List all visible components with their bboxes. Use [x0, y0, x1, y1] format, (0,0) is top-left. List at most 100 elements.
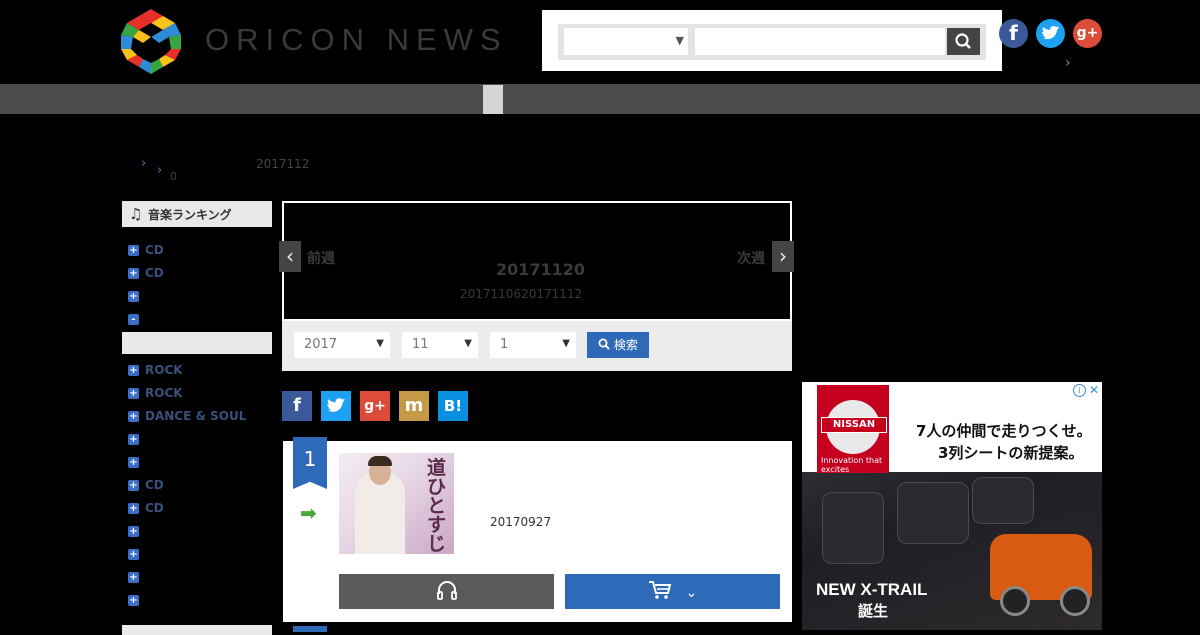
filter-search-button[interactable]: 検索: [587, 332, 649, 358]
ad-headline: NEW X-TRAIL: [816, 580, 928, 599]
sidebar-item-label: DANCE & SOUL: [145, 409, 247, 423]
expand-icon: +: [128, 434, 139, 445]
sidebar-item[interactable]: +: [128, 547, 145, 563]
sidebar-item-label: CD: [145, 478, 164, 492]
share-googleplus-icon[interactable]: g+: [360, 391, 390, 421]
rank-badge: 1: [293, 437, 327, 489]
jacket-title-text: 道ひとすじ: [427, 457, 447, 554]
next-week-label[interactable]: 次週: [737, 248, 765, 268]
breadcrumb-separator: ›: [157, 163, 163, 178]
search-icon: [598, 338, 610, 350]
expand-icon: +: [128, 457, 139, 468]
breadcrumb-current: 2017112: [256, 157, 310, 171]
chevron-right-icon[interactable]: ›: [1065, 55, 1071, 71]
week-date: 20171120: [496, 260, 586, 279]
sidebar-item[interactable]: + ROCK: [128, 363, 183, 379]
sidebar-item-label: ROCK: [145, 363, 183, 377]
search-button[interactable]: [947, 28, 980, 55]
sidebar-item[interactable]: +: [128, 593, 145, 609]
sidebar-item[interactable]: + CD: [128, 478, 164, 494]
ad-subline: 誕生: [858, 602, 889, 620]
buy-button[interactable]: ⌄: [565, 574, 780, 609]
prev-week-label[interactable]: 前週: [307, 248, 335, 268]
ad-seat-shape: [972, 477, 1034, 524]
sidebar-item-label: CD: [145, 243, 164, 257]
global-nav-bar: [0, 84, 1200, 114]
month-select[interactable]: 11 ▼: [402, 332, 478, 358]
chevron-down-icon: ▼: [562, 338, 570, 349]
nav-tab-active[interactable]: [483, 85, 503, 114]
prev-week-button[interactable]: ‹: [279, 241, 301, 272]
sidebar-item[interactable]: + CD: [128, 243, 164, 259]
search-input[interactable]: [695, 28, 945, 55]
trend-arrow-icon: ➡: [300, 501, 317, 525]
headphones-icon: [436, 581, 457, 600]
expand-icon: +: [128, 291, 139, 302]
ad-choices[interactable]: i ✕: [1070, 383, 1102, 397]
ad-copy: 7人の仲間で走りつくせ。: [916, 422, 1092, 440]
expand-icon: +: [128, 595, 139, 606]
sidebar-item[interactable]: -: [128, 312, 145, 328]
expand-icon: +: [128, 365, 139, 376]
sidebar-item[interactable]: + CD: [128, 501, 164, 517]
close-icon[interactable]: ✕: [1089, 383, 1099, 397]
search-icon: [955, 33, 971, 49]
expand-icon: +: [128, 549, 139, 560]
filter-search-label: 検索: [613, 338, 638, 352]
search-category-select[interactable]: ▼: [564, 28, 688, 55]
collapse-icon: -: [128, 314, 139, 325]
album-jacket-image[interactable]: 道ひとすじ: [339, 453, 454, 554]
release-date: 20170927: [490, 515, 552, 529]
sidebar-heading: ♫ 音楽ランキング: [122, 201, 272, 227]
facebook-icon[interactable]: f: [999, 19, 1028, 48]
oricon-logo-icon[interactable]: [121, 9, 181, 74]
year-select[interactable]: 2017 ▼: [294, 332, 390, 358]
sidebar-item[interactable]: + ROCK: [128, 386, 183, 402]
expand-icon: +: [128, 245, 139, 256]
sidebar-item[interactable]: +: [128, 289, 145, 305]
sidebar-item[interactable]: +: [128, 432, 145, 448]
sidebar-item-label: CD: [145, 266, 164, 280]
share-twitter-icon[interactable]: [321, 391, 351, 421]
info-icon[interactable]: i: [1073, 384, 1086, 397]
rank-badge: [293, 626, 327, 632]
sidebar-item-label: CD: [145, 501, 164, 515]
sidebar-item[interactable]: +: [128, 570, 145, 586]
sidebar-item[interactable]: + DANCE & SOUL: [128, 409, 246, 425]
expand-icon: +: [128, 526, 139, 537]
sidebar-selected-item[interactable]: [122, 332, 272, 354]
expand-icon: +: [128, 503, 139, 514]
ad-seat-shape: [822, 492, 884, 564]
next-week-button[interactable]: ›: [772, 241, 794, 272]
week-range: 2017110620171112: [460, 287, 583, 301]
breadcrumb-separator: ›: [141, 156, 147, 171]
expand-icon: +: [128, 411, 139, 422]
week-select[interactable]: 1 ▼: [490, 332, 576, 358]
ad-copy: 3列シートの新提案。: [938, 444, 1084, 462]
week-select-value: 1: [500, 337, 509, 352]
advertisement-banner[interactable]: NISSAN Innovation that excites 7人の仲間で走りつ…: [802, 382, 1102, 630]
jacket-artist-hair: [368, 456, 392, 466]
year-select-value: 2017: [304, 337, 338, 352]
expand-icon: +: [128, 572, 139, 583]
share-mixi-icon[interactable]: m: [399, 391, 429, 421]
ad-car-wheel: [1000, 586, 1030, 616]
expand-icon: +: [128, 388, 139, 399]
brand-wordmark[interactable]: ORICON NEWS: [205, 22, 508, 58]
sidebar-item[interactable]: + CD: [128, 266, 164, 282]
share-facebook-icon[interactable]: f: [282, 391, 312, 421]
ad-brand: NISSAN: [821, 417, 887, 433]
ad-tagline: Innovation that excites: [821, 456, 883, 474]
sidebar-item[interactable]: +: [128, 455, 145, 471]
chevron-down-icon: ▼: [464, 338, 472, 349]
sidebar-item[interactable]: +: [128, 524, 145, 540]
sidebar-heading-label: 音楽ランキング: [148, 208, 232, 222]
cart-icon: [648, 581, 672, 599]
googleplus-icon[interactable]: g+: [1073, 19, 1102, 48]
listen-button[interactable]: [339, 574, 554, 609]
twitter-icon[interactable]: [1036, 19, 1065, 48]
ad-car-wheel: [1060, 586, 1090, 616]
music-note-icon: ♫: [129, 205, 143, 223]
expand-icon: +: [128, 480, 139, 491]
share-hatena-icon[interactable]: B!: [438, 391, 468, 421]
